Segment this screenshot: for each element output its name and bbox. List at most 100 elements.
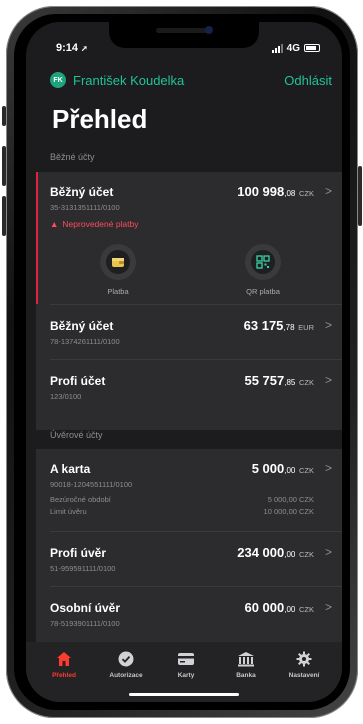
account-row[interactable]: Běžný účet 35-3131351111/0100 100 998,08… <box>36 172 342 304</box>
speaker <box>156 28 212 33</box>
balance-currency: CZK <box>299 550 314 559</box>
page-title: Přehled <box>52 104 148 134</box>
balance-main: 234 000 <box>237 545 285 560</box>
payment-action[interactable]: Platba <box>88 244 148 296</box>
chevron-right-icon: > <box>324 600 332 614</box>
detail-value: 10 000,00 CZK <box>263 507 314 516</box>
account-balance: 60 000,00 CZK <box>244 600 314 615</box>
detail-label: Bezúročné období <box>50 495 111 504</box>
chevron-right-icon: > <box>324 545 332 559</box>
account-name: Běžný účet <box>50 185 114 199</box>
tab-authorization[interactable]: Autorizace <box>96 650 156 679</box>
balance-decimals: ,00 <box>284 550 296 559</box>
balance-main: 63 175 <box>243 318 284 333</box>
balance-currency: CZK <box>299 605 314 614</box>
chevron-right-icon: > <box>324 184 332 198</box>
qr-code-icon <box>251 250 275 274</box>
chevron-right-icon: > <box>324 373 332 387</box>
warning-text: Neprovedené platby <box>62 219 139 229</box>
account-balance: 100 998,08 CZK <box>237 184 314 199</box>
front-camera <box>205 26 213 34</box>
balance-main: 60 000 <box>244 600 285 615</box>
account-name: Osobní úvěr <box>50 601 121 615</box>
balance-decimals: ,08 <box>284 189 296 198</box>
credit-accounts-label: Úvěrové účty <box>50 430 103 440</box>
account-balance: 63 175,78 EUR <box>244 318 314 333</box>
location-arrow-icon: ➚ <box>81 43 88 53</box>
tab-bar: Přehled Autorizace Karty Banka Nastavení <box>26 642 342 702</box>
balance-currency: CZK <box>299 466 314 475</box>
qr-payment-label: QR platba <box>246 287 280 296</box>
balance-decimals: ,85 <box>284 378 296 387</box>
balance-currency: CZK <box>299 378 314 387</box>
current-accounts-label: Běžné účty <box>50 152 95 162</box>
account-name: Profi úvěr <box>50 546 107 560</box>
balance-decimals: ,78 <box>283 323 295 332</box>
app-header: FK František Koudelka Odhlásit <box>50 70 332 90</box>
detail-value: 5 000,00 CZK <box>267 495 314 504</box>
tab-overview[interactable]: Přehled <box>34 650 94 679</box>
account-row[interactable]: A karta 90018-1204551111/0100 5 000,00 C… <box>36 449 342 531</box>
tab-label: Karty <box>177 672 195 679</box>
logout-link[interactable]: Odhlásit <box>284 73 332 88</box>
account-balance: 5 000,00 CZK <box>252 461 314 476</box>
account-number: 51-959591111/0100 <box>50 564 116 573</box>
account-name: A karta <box>50 462 91 476</box>
tab-settings[interactable]: Nastavení <box>274 650 334 679</box>
credit-detail: Limit úvěru 10 000,00 CZK <box>50 507 314 516</box>
card-icon <box>156 650 216 668</box>
tab-cards[interactable]: Karty <box>156 650 216 679</box>
balance-currency: CZK <box>299 189 314 198</box>
account-number: 35-3131351111/0100 <box>50 203 120 212</box>
tab-label: Nastavení <box>288 672 320 679</box>
account-row[interactable]: Běžný účet 78-1374261111/0100 63 175,78 … <box>36 305 342 359</box>
tab-label: Přehled <box>52 672 76 679</box>
tab-label: Autorizace <box>109 672 143 679</box>
avatar: FK <box>50 72 66 88</box>
payment-label: Platba <box>107 287 129 296</box>
balance-main: 55 757 <box>244 373 285 388</box>
warning-message[interactable]: ▲ Neprovedené platby <box>50 219 139 229</box>
balance-currency: EUR <box>298 323 314 332</box>
qr-payment-action[interactable]: QR platba <box>233 244 293 296</box>
network-type: 4G <box>286 42 300 54</box>
detail-label: Limit úvěru <box>50 507 87 516</box>
status-time: 9:14 <box>56 42 79 54</box>
account-balance: 234 000,00 CZK <box>237 545 314 560</box>
account-number: 78-1374261111/0100 <box>50 337 120 346</box>
volume-down-button <box>2 196 6 236</box>
account-name: Běžný účet <box>50 319 114 333</box>
wallet-icon <box>106 250 130 274</box>
account-row[interactable]: Osobní úvěr 78-5193901111/0100 60 000,00… <box>36 587 342 641</box>
battery-icon <box>304 44 320 52</box>
balance-main: 5 000 <box>251 461 285 476</box>
account-row[interactable]: Profi účet 123/0100 55 757,85 CZK > <box>36 360 342 414</box>
credit-detail: Bezúročné období 5 000,00 CZK <box>50 495 314 504</box>
status-bar: 9:14 ➚ 4G <box>56 40 320 56</box>
volume-up-button <box>2 146 6 186</box>
tab-bank[interactable]: Banka <box>216 650 276 679</box>
user-profile[interactable]: FK František Koudelka <box>50 72 184 88</box>
account-balance: 55 757,85 CZK <box>244 373 314 388</box>
current-accounts-card: Běžný účet 35-3131351111/0100 100 998,08… <box>36 172 342 430</box>
account-row[interactable]: Profi úvěr 51-959591111/0100 234 000,00 … <box>36 532 342 586</box>
signal-icon <box>271 43 283 53</box>
account-number: 90018-1204551111/0100 <box>50 480 133 489</box>
balance-decimals: ,00 <box>284 605 296 614</box>
warning-triangle-icon: ▲ <box>50 219 59 229</box>
check-circle-icon <box>96 650 156 668</box>
user-name: František Koudelka <box>73 72 185 88</box>
home-indicator[interactable] <box>129 693 239 696</box>
balance-main: 100 998 <box>237 184 285 199</box>
chevron-right-icon: > <box>324 461 332 475</box>
home-icon <box>34 650 94 668</box>
bank-icon <box>216 650 276 668</box>
chevron-right-icon: > <box>324 318 332 332</box>
tab-label: Banka <box>236 672 256 679</box>
gear-icon <box>274 650 334 668</box>
credit-accounts-card: A karta 90018-1204551111/0100 5 000,00 C… <box>36 449 342 649</box>
mute-switch <box>2 106 6 126</box>
account-number: 78-5193901111/0100 <box>50 619 120 628</box>
balance-decimals: ,00 <box>284 466 296 475</box>
power-button <box>358 166 362 226</box>
